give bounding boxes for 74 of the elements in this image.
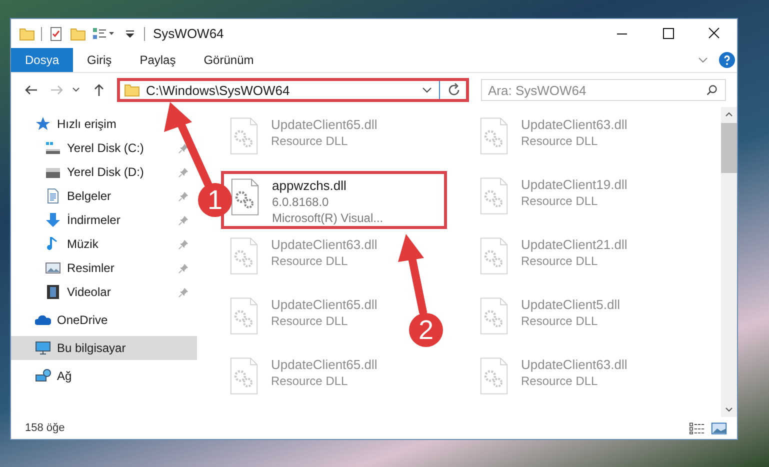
annotation-badge [409, 313, 443, 347]
settings-file-icon [479, 357, 509, 395]
settings-file-icon [230, 178, 260, 216]
file-detail: Resource DLL [521, 193, 599, 209]
file-name: UpdateClient65.dll [271, 357, 378, 373]
film-icon [45, 284, 61, 300]
file-detail: Resource DLL [271, 373, 349, 389]
settings-file-icon [479, 237, 509, 275]
sidebar-item[interactable]: Bu bilgisayar [11, 336, 197, 360]
file-name: UpdateClient63.dll [521, 117, 628, 133]
pin-icon[interactable] [178, 142, 189, 154]
monitor-icon [35, 340, 51, 356]
sidebar-item[interactable]: Resimler [11, 256, 197, 280]
file-detail: Resource DLL [521, 313, 599, 329]
star-icon [35, 116, 51, 132]
settings-file-icon [479, 117, 509, 155]
settings-file-icon [229, 297, 259, 335]
sidebar-item[interactable]: Belgeler [11, 184, 197, 208]
help-icon[interactable] [719, 52, 735, 68]
file-name: UpdateClient63.dll [521, 357, 628, 373]
file-name: UpdateClient5.dll [521, 297, 620, 313]
picture-icon [45, 260, 61, 276]
file-name: UpdateClient65.dll [271, 117, 378, 133]
file-item[interactable]: appwzchs.dll 6.0.8168.0 Microsoft(R) Visual... [221, 171, 447, 229]
details-view-icon[interactable] [689, 422, 705, 434]
settings-file-icon [479, 177, 509, 215]
ribbon-tab[interactable]: Giriş [73, 48, 126, 72]
drive-icon [45, 140, 61, 156]
search-field[interactable]: Ara: SysWOW64 [481, 79, 726, 101]
sidebar-item[interactable]: Videolar [11, 280, 197, 304]
scroll-thumb[interactable] [721, 123, 737, 173]
scrollbar[interactable] [721, 107, 737, 417]
sidebar-item[interactable]: Yerel Disk (D:) [11, 160, 197, 184]
file-detail: Resource DLL [271, 133, 349, 149]
sidebar-item[interactable]: Yerel Disk (C:) [11, 136, 197, 160]
address-bar[interactable]: C:\Windows\SysWOW64 [117, 78, 469, 102]
file-detail: Resource DLL [271, 253, 349, 269]
sidebar-item[interactable]: OneDrive [11, 308, 197, 332]
address-path: C:\Windows\SysWOW64 [146, 82, 291, 98]
annotation-badge [198, 183, 232, 217]
annotation-number: 1 [207, 185, 223, 215]
ribbon-tab[interactable]: Görünüm [190, 48, 268, 72]
ribbon-tab[interactable]: Dosya [11, 48, 74, 72]
network-icon [35, 368, 51, 384]
settings-file-icon [479, 297, 509, 335]
large-icons-view-icon[interactable] [711, 422, 727, 434]
file-name: UpdateClient21.dll [521, 237, 628, 253]
settings-file-icon [229, 237, 259, 275]
file-name: UpdateClient65.dll [271, 297, 378, 313]
sidebar-item[interactable]: İndirmeler [11, 208, 197, 232]
window-title: SysWOW64 [153, 26, 224, 41]
file-name: UpdateClient19.dll [521, 177, 628, 193]
folder-icon [124, 82, 140, 98]
file-detail: Resource DLL [521, 253, 599, 269]
file-detail: Resource DLL [521, 133, 599, 149]
download-arrow-icon [45, 212, 61, 228]
document-icon [45, 188, 61, 204]
annotation-number: 2 [418, 315, 434, 345]
file-name: UpdateClient63.dll [271, 237, 378, 253]
file-detail: Resource DLL [271, 313, 349, 329]
item-count: 158 öğe [25, 422, 65, 434]
view-options-icon[interactable] [92, 26, 116, 42]
file-detail: Resource DLL [521, 373, 599, 389]
file-name: appwzchs.dll [272, 178, 348, 194]
sidebar-item[interactable]: Müzik [11, 232, 197, 256]
sidebar-item[interactable]: Hızlı erişim [11, 112, 197, 136]
properties-icon[interactable] [48, 26, 64, 42]
refresh-icon[interactable] [446, 82, 462, 98]
sidebar-item[interactable]: Ağ [11, 364, 197, 388]
settings-file-icon [229, 117, 259, 155]
file-detail: 6.0.8168.0 [272, 194, 330, 210]
file-detail: Microsoft(R) Visual... [272, 210, 384, 226]
ribbon-tab[interactable]: Paylaş [126, 48, 190, 72]
settings-file-icon [229, 357, 259, 395]
